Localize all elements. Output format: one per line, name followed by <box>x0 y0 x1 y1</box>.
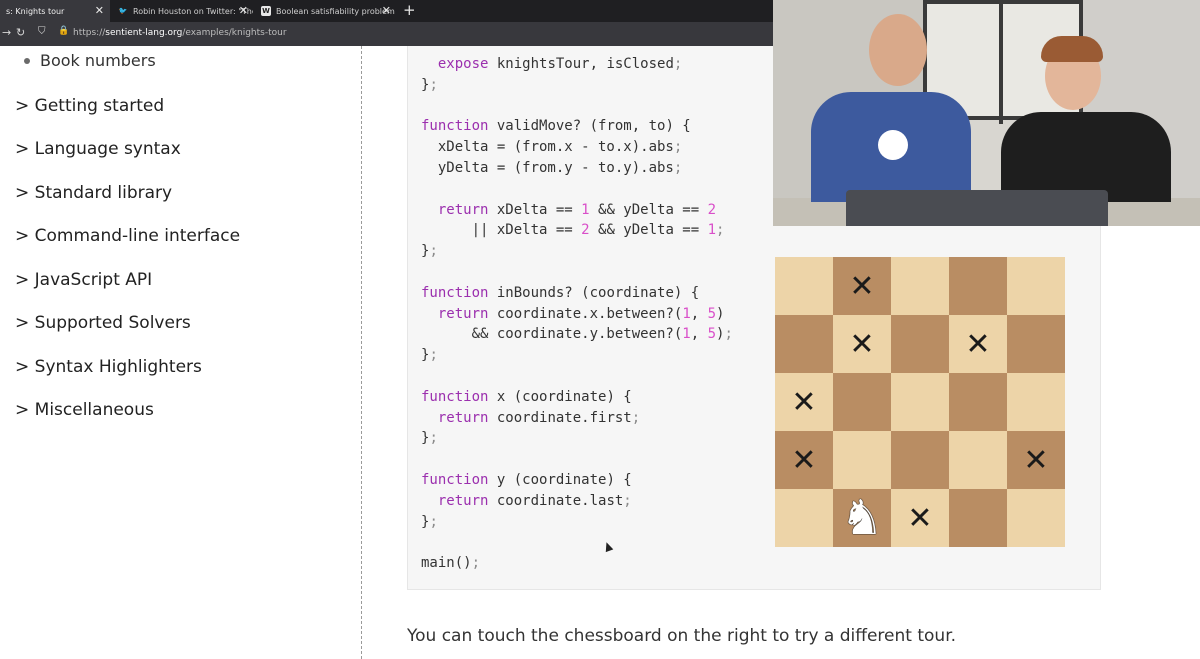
url-path: /examples/knights-tour <box>182 28 287 38</box>
code-line: || xDelta == 2 && yDelta == 1; <box>421 222 725 239</box>
board-square[interactable]: ✕ <box>949 315 1007 373</box>
lock-icon[interactable]: 🔒 <box>58 26 69 36</box>
board-square[interactable] <box>891 431 949 489</box>
board-square[interactable] <box>949 431 1007 489</box>
webcam-video-overlay <box>773 0 1200 226</box>
sidebar-item-syntax-highlighters[interactable]: > Syntax Highlighters <box>15 357 202 377</box>
visited-mark-icon: ✕ <box>907 500 933 536</box>
tab-close-icon[interactable]: ✕ <box>382 4 391 17</box>
sidebar-item-supported-solvers[interactable]: > Supported Solvers <box>15 313 191 333</box>
board-square[interactable] <box>891 257 949 315</box>
board-square[interactable] <box>949 373 1007 431</box>
code-line: return xDelta == 1 && yDelta == 2 <box>437 201 717 218</box>
shirt-logo <box>878 130 908 160</box>
board-square[interactable]: ✕ <box>1007 431 1065 489</box>
board-square[interactable] <box>833 431 891 489</box>
docs-sidebar: Book numbers > Getting started > Languag… <box>0 46 362 659</box>
sidebar-item-command-line-interface[interactable]: > Command-line interface <box>15 226 240 246</box>
sidebar-item-language-syntax[interactable]: > Language syntax <box>15 139 181 159</box>
laptop <box>846 190 1108 226</box>
board-square[interactable] <box>891 373 949 431</box>
board-square[interactable]: ✕ <box>775 431 833 489</box>
forward-arrow-icon[interactable]: → <box>2 26 11 39</box>
twitter-bird-icon: 🐦 <box>118 7 128 15</box>
visited-mark-icon: ✕ <box>1023 442 1049 478</box>
code-line: yDelta = (from.y - to.y).abs; <box>421 159 683 176</box>
board-square[interactable]: ✕ <box>775 373 833 431</box>
person-left-head <box>869 14 927 86</box>
code-line: expose knightsTour, isClosed; <box>437 56 683 72</box>
board-square[interactable] <box>891 315 949 373</box>
window-frame <box>999 4 1003 124</box>
code-line: return coordinate.first; <box>437 409 641 426</box>
code-line: function x (coordinate) { <box>421 388 632 405</box>
board-square[interactable] <box>775 489 833 547</box>
url-host: sentient-lang.org <box>105 28 183 38</box>
board-square[interactable] <box>1007 257 1065 315</box>
tab-knights-tour[interactable]: s: Knights tour ✕ <box>0 0 110 22</box>
board-square[interactable]: ✕ <box>833 257 891 315</box>
knight-piece-icon[interactable]: ♞ <box>840 494 883 542</box>
bullet-icon <box>24 57 30 64</box>
board-square[interactable]: ✕ <box>891 489 949 547</box>
new-tab-button[interactable]: + <box>403 1 416 19</box>
visited-mark-icon: ✕ <box>849 326 875 362</box>
visited-mark-icon: ✕ <box>965 326 991 362</box>
code-line: main(); <box>421 555 481 572</box>
code-line: }; <box>421 430 438 447</box>
url-scheme: https:// <box>73 28 106 38</box>
code-line: && coordinate.y.between?(1, 5); <box>421 326 733 343</box>
code-line: function validMove? (from, to) { <box>421 118 691 135</box>
wikipedia-icon: W <box>261 6 271 16</box>
tab-close-icon[interactable]: ✕ <box>95 4 104 17</box>
tab-wikipedia[interactable]: W Boolean satisfiability problem ✕ <box>255 0 397 22</box>
person-right-body <box>1001 112 1171 202</box>
person-right-hair <box>1041 36 1103 62</box>
board-square[interactable] <box>775 315 833 373</box>
board-square[interactable] <box>949 489 1007 547</box>
visited-mark-icon: ✕ <box>849 268 875 304</box>
code-line: function y (coordinate) { <box>421 471 632 488</box>
sidebar-subitem-label: Book numbers <box>40 51 156 70</box>
sidebar-subitem-book-numbers[interactable]: Book numbers <box>24 51 156 70</box>
sidebar-item-standard-library[interactable]: > Standard library <box>15 183 172 203</box>
board-square[interactable] <box>833 373 891 431</box>
code-block: expose knightsTour, isClosed;}; function… <box>421 54 733 574</box>
code-line: }; <box>421 347 438 364</box>
tab-title: Robin Houston on Twitter: "The <box>133 6 253 16</box>
code-line: return coordinate.last; <box>437 492 632 509</box>
code-line: function inBounds? (coordinate) { <box>421 284 700 301</box>
code-line: }; <box>421 513 438 530</box>
tab-title: Boolean satisfiability problem <box>276 6 395 16</box>
shield-icon[interactable]: ⛉ <box>38 26 46 37</box>
chessboard-hint-text: You can touch the chessboard on the righ… <box>407 626 957 646</box>
tab-twitter[interactable]: 🐦 Robin Houston on Twitter: "The ✕ <box>112 0 254 22</box>
tab-close-icon[interactable]: ✕ <box>239 4 248 17</box>
board-square[interactable] <box>1007 315 1065 373</box>
board-square[interactable] <box>775 257 833 315</box>
code-line: xDelta = (from.x - to.x).abs; <box>421 139 683 156</box>
board-square[interactable] <box>1007 373 1065 431</box>
chessboard[interactable]: ✕ ✕ ✕ ✕ ✕ ✕ ♞ ✕ <box>775 257 1065 547</box>
reload-icon[interactable]: ↻ <box>16 26 25 39</box>
code-line: }; <box>421 76 438 93</box>
board-square[interactable]: ✕ <box>833 315 891 373</box>
sidebar-item-getting-started[interactable]: > Getting started <box>15 96 164 116</box>
board-square[interactable] <box>1007 489 1065 547</box>
visited-mark-icon: ✕ <box>791 442 817 478</box>
visited-mark-icon: ✕ <box>791 384 817 420</box>
url-field[interactable]: https://sentient-lang.org/examples/knigh… <box>73 28 287 38</box>
board-square[interactable]: ♞ <box>833 489 891 547</box>
code-line: }; <box>421 243 438 260</box>
board-square[interactable] <box>949 257 1007 315</box>
sidebar-item-javascript-api[interactable]: > JavaScript API <box>15 270 152 290</box>
code-line: return coordinate.x.between?(1, 5) <box>437 305 725 322</box>
sidebar-item-miscellaneous[interactable]: > Miscellaneous <box>15 400 154 420</box>
